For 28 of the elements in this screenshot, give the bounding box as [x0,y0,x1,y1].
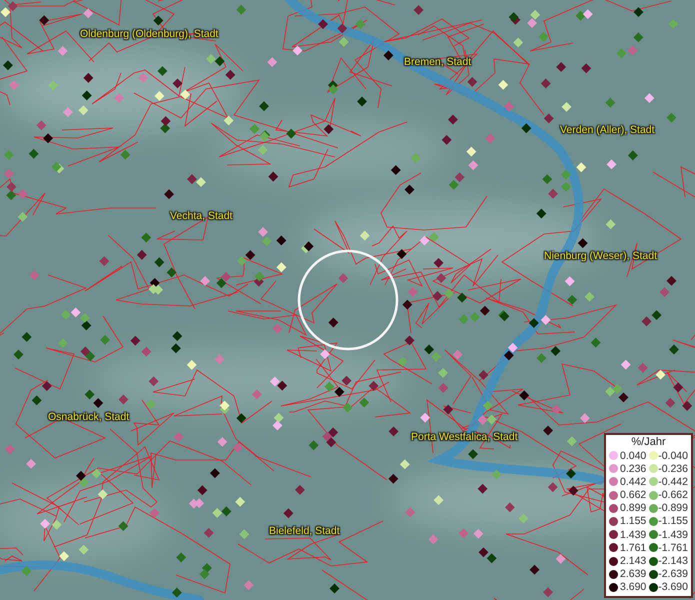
selection-circle[interactable] [298,250,398,350]
place-label: Bielefeld, Stadt [269,525,340,538]
legend-value: -2.143 [658,555,688,568]
legend-value: -0.040 [658,450,688,462]
legend-title: %/Jahr [630,436,667,449]
legend-value: 0.236 [620,462,648,475]
legend-value: 2.639 [620,568,648,580]
place-label: Verden (Aller), Stadt [560,124,655,137]
legend-value: -2.639 [658,568,688,580]
legend-value: 0.442 [620,476,648,488]
legend-value: 0.040 [620,450,648,462]
legend-value: -0.662 [658,489,688,502]
legend-value: -1.155 [658,515,688,528]
place-label: Osnabrück, Stadt [48,411,130,424]
legend-value: 3.690 [620,581,648,594]
legend-value: -1.439 [658,528,688,541]
legend-value: -3.690 [658,581,688,594]
legend-value: -1.761 [658,542,688,554]
legend-value: 2.143 [620,555,648,568]
place-label: Vechta, Stadt [170,210,232,223]
legend-value: 1.761 [620,542,648,554]
legend-value: -0.442 [658,476,688,488]
legend-value: 0.662 [620,489,648,502]
legend-value: 0.899 [620,502,648,514]
legend-value: -0.236 [658,462,688,475]
legend-value: 1.155 [620,515,648,528]
legend-value: -0.899 [658,502,688,514]
legend-value: 1.439 [620,528,648,541]
